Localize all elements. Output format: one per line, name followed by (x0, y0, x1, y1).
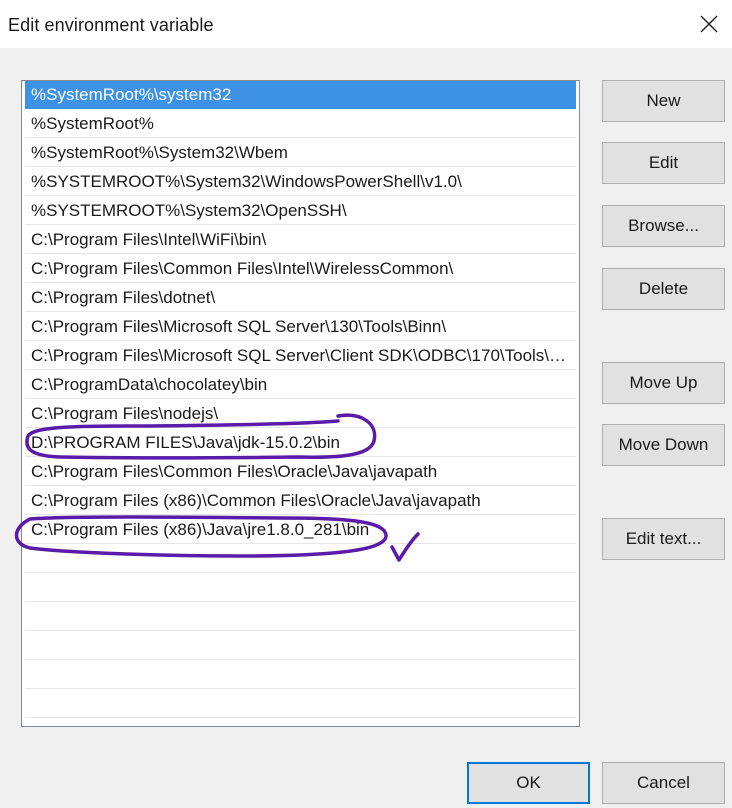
move-down-button[interactable]: Move Down (602, 424, 725, 466)
list-item[interactable]: %SYSTEMROOT%\System32\OpenSSH\ (25, 197, 576, 225)
empty-list-row[interactable] (25, 661, 576, 689)
empty-list-row[interactable] (25, 632, 576, 660)
close-icon (700, 15, 718, 33)
list-item[interactable]: C:\Program Files\Microsoft SQL Server\Cl… (25, 342, 576, 370)
move-up-button[interactable]: Move Up (602, 362, 725, 404)
delete-button[interactable]: Delete (602, 268, 725, 310)
window-title: Edit environment variable (8, 15, 214, 35)
title-bar: Edit environment variable (0, 0, 732, 48)
path-list[interactable]: %SystemRoot%\system32 %SystemRoot% %Syst… (21, 80, 580, 727)
list-item[interactable]: C:\Program Files\dotnet\ (25, 284, 576, 312)
list-item[interactable]: %SystemRoot%\system32 (25, 81, 576, 109)
edit-environment-variable-dialog: Edit environment variable %SystemRoot%\s… (0, 0, 732, 808)
empty-list-row[interactable] (25, 690, 576, 718)
list-item[interactable]: C:\Program Files (x86)\Common Files\Orac… (25, 487, 576, 515)
list-item[interactable]: %SYSTEMROOT%\System32\WindowsPowerShell\… (25, 168, 576, 196)
list-item[interactable]: C:\Program Files\Intel\WiFi\bin\ (25, 226, 576, 254)
list-item[interactable]: C:\Program Files (x86)\Java\jre1.8.0_281… (25, 516, 576, 544)
edit-button[interactable]: Edit (602, 142, 725, 184)
list-item[interactable]: C:\ProgramData\chocolatey\bin (25, 371, 576, 399)
list-item[interactable]: D:\PROGRAM FILES\Java\jdk-15.0.2\bin (25, 429, 576, 457)
ok-button[interactable]: OK (467, 762, 590, 804)
empty-list-row[interactable] (25, 574, 576, 602)
list-item[interactable]: C:\Program Files\Common Files\Oracle\Jav… (25, 458, 576, 486)
list-item[interactable]: C:\Program Files\Microsoft SQL Server\13… (25, 313, 576, 341)
cancel-button[interactable]: Cancel (602, 762, 725, 804)
empty-list-row[interactable] (25, 545, 576, 573)
close-button[interactable] (686, 0, 732, 48)
list-item[interactable]: C:\Program Files\nodejs\ (25, 400, 576, 428)
browse-button[interactable]: Browse... (602, 205, 725, 247)
list-item[interactable]: %SystemRoot%\System32\Wbem (25, 139, 576, 167)
new-button[interactable]: New (602, 80, 725, 122)
edit-text-button[interactable]: Edit text... (602, 518, 725, 560)
list-item[interactable]: C:\Program Files\Common Files\Intel\Wire… (25, 255, 576, 283)
empty-list-row[interactable] (25, 603, 576, 631)
list-item[interactable]: %SystemRoot% (25, 110, 576, 138)
